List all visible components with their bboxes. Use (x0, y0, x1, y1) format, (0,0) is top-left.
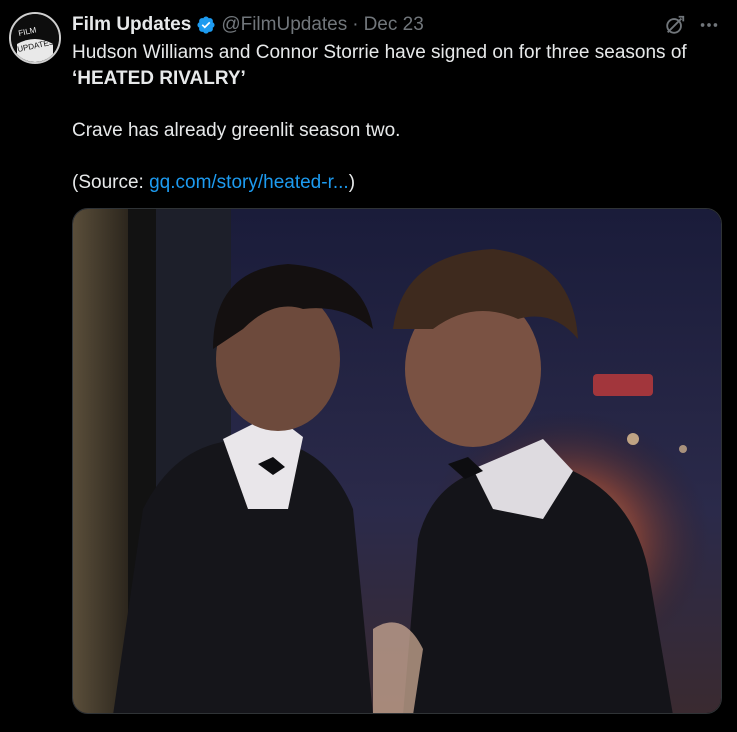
tweet[interactable]: FILM UPDATES Film Updates @FilmUpdates ·… (0, 0, 737, 732)
tweet-text-title: ‘HEATED RIVALRY’ (72, 68, 246, 89)
tweet-text: Hudson Williams and Connor Storrie have … (72, 40, 720, 196)
author-handle[interactable]: @FilmUpdates (221, 14, 347, 36)
source-open: (Source: (72, 172, 150, 193)
source-link[interactable]: gq.com/story/heated-r... (149, 172, 349, 193)
tweet-source: (Source: gq.com/story/heated-r...) (72, 170, 720, 196)
tweet-text-line1: Hudson Williams and Connor Storrie have … (72, 42, 687, 63)
separator-dot: · (352, 14, 359, 35)
tweet-text-para2: Crave has already greenlit season two. (72, 120, 401, 141)
grok-icon[interactable] (664, 14, 686, 36)
author-display-name[interactable]: Film Updates (72, 14, 191, 36)
source-close: ) (348, 172, 356, 193)
tweet-date[interactable]: Dec 23 (364, 14, 424, 36)
avatar[interactable]: FILM UPDATES (9, 12, 61, 64)
tweet-header: Film Updates @FilmUpdates · Dec 23 (72, 12, 424, 38)
more-icon[interactable] (698, 14, 720, 36)
verified-badge-icon[interactable] (196, 15, 216, 35)
tweet-photo[interactable] (72, 208, 722, 714)
